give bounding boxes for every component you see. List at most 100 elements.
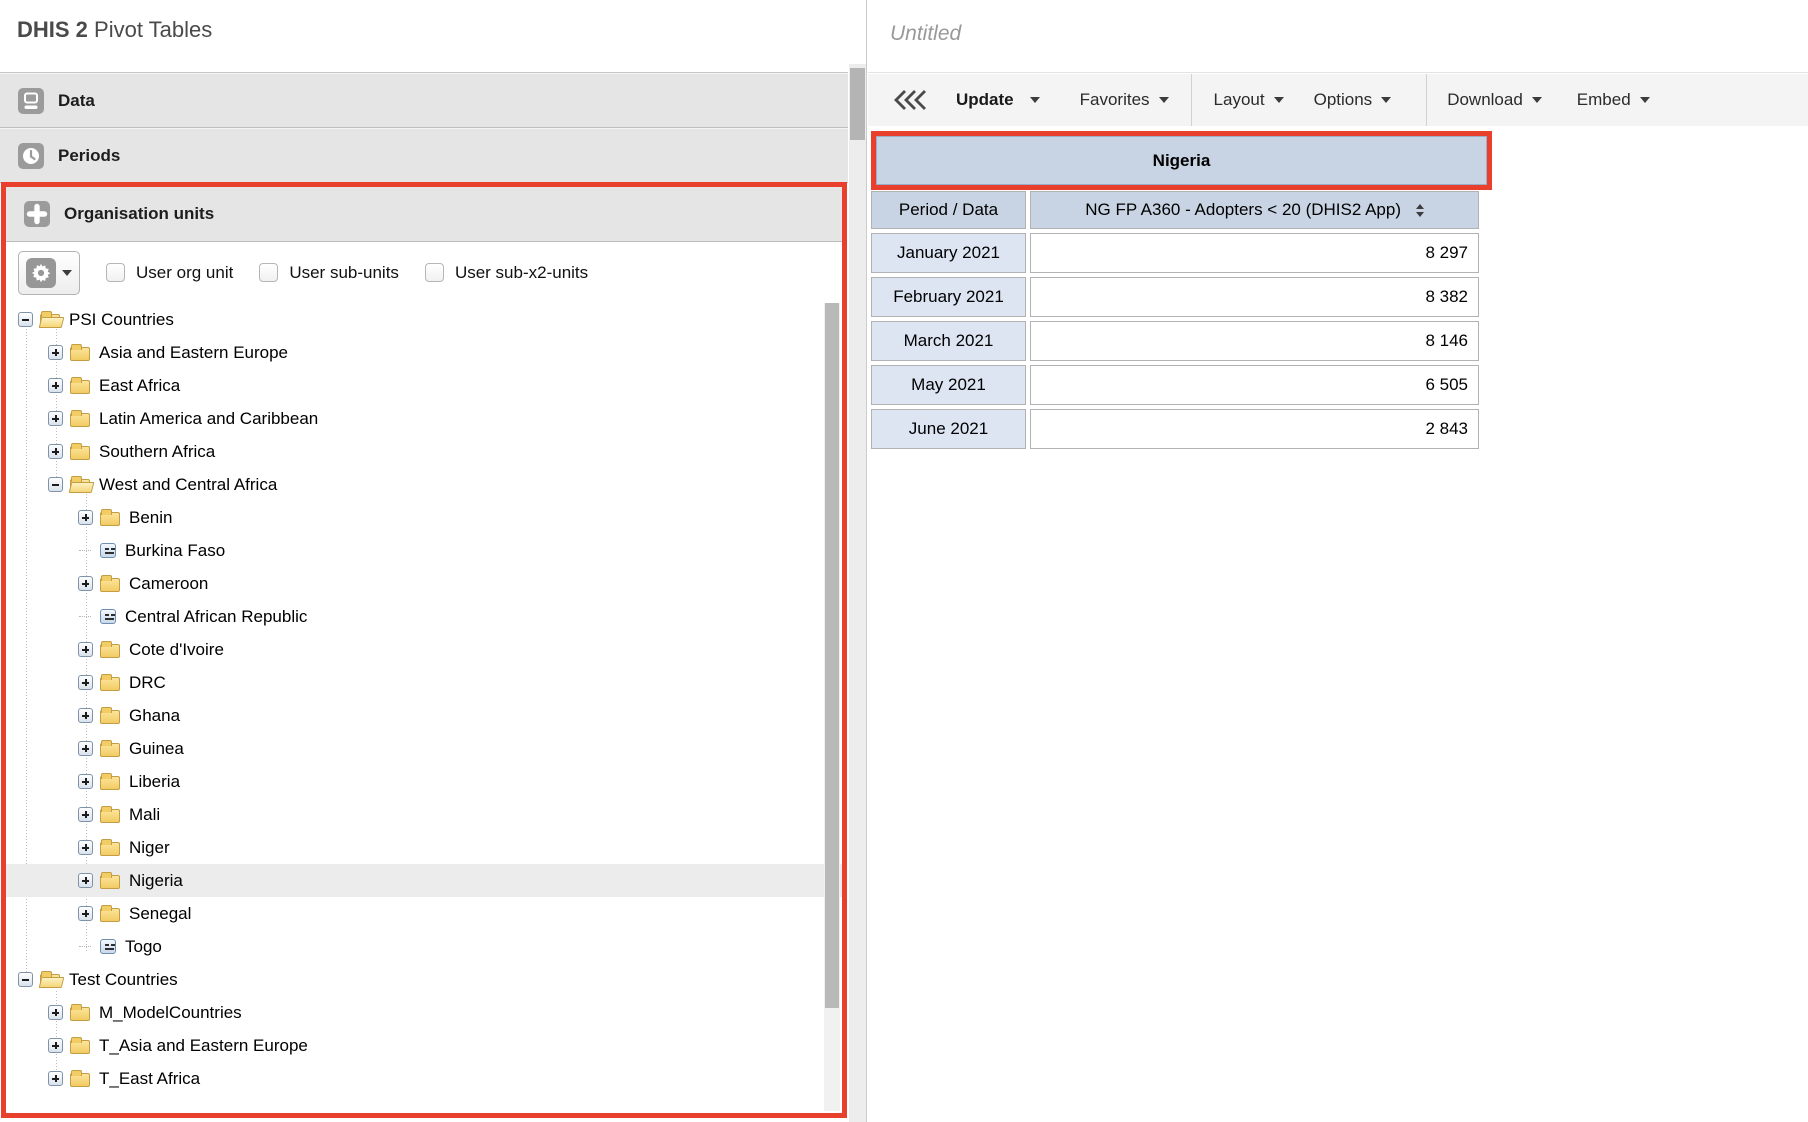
value-cell[interactable]: 6 505 [1030,365,1479,405]
options-button[interactable]: Options [1314,90,1392,110]
tree-item[interactable]: Cote d'Ivoire [6,633,842,666]
expand-icon[interactable] [48,1038,63,1053]
accordion-label-orgunits: Organisation units [64,204,215,223]
dimension-accordion: Data Periods [0,72,848,183]
expand-icon[interactable] [78,774,93,789]
pivot-panel: Untitled Update Favorites Layout Options [868,0,1808,1122]
expand-icon[interactable] [48,378,63,393]
expand-icon[interactable] [78,576,93,591]
period-cell[interactable]: January 2021 [871,233,1026,273]
tree-item[interactable]: Asia and Eastern Europe [6,336,842,369]
tree-item[interactable]: Cameroon [6,567,842,600]
tree-item[interactable]: Liberia [6,765,842,798]
tree-item[interactable]: Southern Africa [6,435,842,468]
folder-icon [70,1036,90,1054]
layout-button[interactable]: Layout [1214,90,1284,110]
tree-item[interactable]: Latin America and Caribbean [6,402,842,435]
tree-item[interactable]: M_ModelCountries [6,996,842,1029]
tree-scrollbar-thumb[interactable] [825,303,839,1008]
sort-icon[interactable] [1415,204,1424,218]
update-menu-button[interactable] [1029,97,1040,103]
expand-icon[interactable] [78,510,93,525]
orgunit-settings-button[interactable] [18,250,80,295]
accordion-section-data[interactable]: Data [0,73,848,128]
user-org-unit-checkbox-group[interactable]: User org unit [106,263,233,283]
tree-item[interactable]: T_East Africa [6,1062,842,1095]
collapse-icon[interactable] [48,477,63,492]
pivot-data-table: Period / Data NG FP A360 - Adopters < 20… [867,187,1483,453]
accordion-section-periods[interactable]: Periods [0,128,848,183]
expand-icon[interactable] [48,345,63,360]
tree-connector [78,939,93,954]
accordion-section-orgunits[interactable]: Organisation units [6,187,842,242]
chevron-down-icon [1273,97,1284,103]
folder-icon [100,739,120,757]
collapse-icon[interactable] [18,972,33,987]
folder-icon [70,343,90,361]
pivot-table: Nigeria Period / Data NG FP A360 - Adopt… [871,131,1492,453]
triple-chevron-left-icon [892,88,928,112]
download-button[interactable]: Download [1447,90,1542,110]
tree-item[interactable]: PSI Countries [6,303,842,336]
expand-icon[interactable] [78,873,93,888]
expand-icon[interactable] [78,906,93,921]
tree-item[interactable]: West and Central Africa [6,468,842,501]
sidebar-scrollbar-thumb[interactable] [850,68,865,140]
period-cell[interactable]: May 2021 [871,365,1026,405]
tree-item[interactable]: Mali [6,798,842,831]
tree-item[interactable]: Central African Republic [6,600,842,633]
tree-item[interactable]: East Africa [6,369,842,402]
chevron-down-icon [1381,97,1392,103]
dimension-header-cell[interactable]: Period / Data [871,191,1026,229]
embed-button[interactable]: Embed [1577,90,1650,110]
tree-item-selected[interactable]: Nigeria [6,864,842,897]
expand-icon[interactable] [78,840,93,855]
user-org-unit-label: User org unit [136,262,234,282]
user-sub-units-checkbox[interactable] [259,263,279,282]
tree-scrollbar[interactable] [824,303,840,1111]
chevron-down-icon [1639,97,1650,103]
value-cell[interactable]: 2 843 [1030,409,1479,449]
period-cell[interactable]: March 2021 [871,321,1026,361]
expand-icon[interactable] [48,1005,63,1020]
expand-icon[interactable] [78,807,93,822]
orgunit-header-cell[interactable]: Nigeria [876,136,1487,185]
user-sub-x2-units-checkbox[interactable] [424,263,444,282]
tree-item[interactable]: Ghana [6,699,842,732]
value-cell[interactable]: 8 297 [1030,233,1479,273]
expand-icon[interactable] [48,1071,63,1086]
tree-item[interactable]: Togo [6,930,842,963]
data-column-header-cell[interactable]: NG FP A360 - Adopters < 20 (DHIS2 App) [1030,191,1479,229]
tree-item[interactable]: DRC [6,666,842,699]
user-org-unit-checkbox[interactable] [106,263,125,282]
tree-item[interactable]: Burkina Faso [6,534,842,567]
period-cell[interactable]: June 2021 [871,409,1026,449]
tree-item[interactable]: Niger [6,831,842,864]
tree-item[interactable]: Guinea [6,732,842,765]
user-sub-units-label: User sub-units [289,262,399,282]
tree-item[interactable]: Benin [6,501,842,534]
expand-icon[interactable] [78,708,93,723]
period-cell[interactable]: February 2021 [871,277,1026,317]
pivot-toolbar: Update Favorites Layout Options Download… [868,74,1808,126]
expand-icon[interactable] [78,675,93,690]
expand-icon[interactable] [48,444,63,459]
user-sub-units-checkbox-group[interactable]: User sub-units [259,263,399,283]
folder-icon [100,904,120,922]
update-button[interactable]: Update [956,90,1014,110]
tree-item[interactable]: Test Countries [6,963,842,996]
accordion-label-periods: Periods [58,145,121,165]
tree-item[interactable]: Senegal [6,897,842,930]
expand-icon[interactable] [78,741,93,756]
sidebar-scrollbar[interactable] [849,64,866,1122]
expand-icon[interactable] [48,411,63,426]
user-sub-x2-units-checkbox-group[interactable]: User sub-x2-units [424,263,588,283]
value-cell[interactable]: 8 146 [1030,321,1479,361]
tree-item[interactable]: T_Asia and Eastern Europe [6,1029,842,1062]
collapse-sidebar-button[interactable] [892,88,928,112]
value-cell[interactable]: 8 382 [1030,277,1479,317]
tree-connector [78,609,93,624]
favorites-button[interactable]: Favorites [1080,90,1169,110]
collapse-icon[interactable] [18,312,33,327]
expand-icon[interactable] [78,642,93,657]
